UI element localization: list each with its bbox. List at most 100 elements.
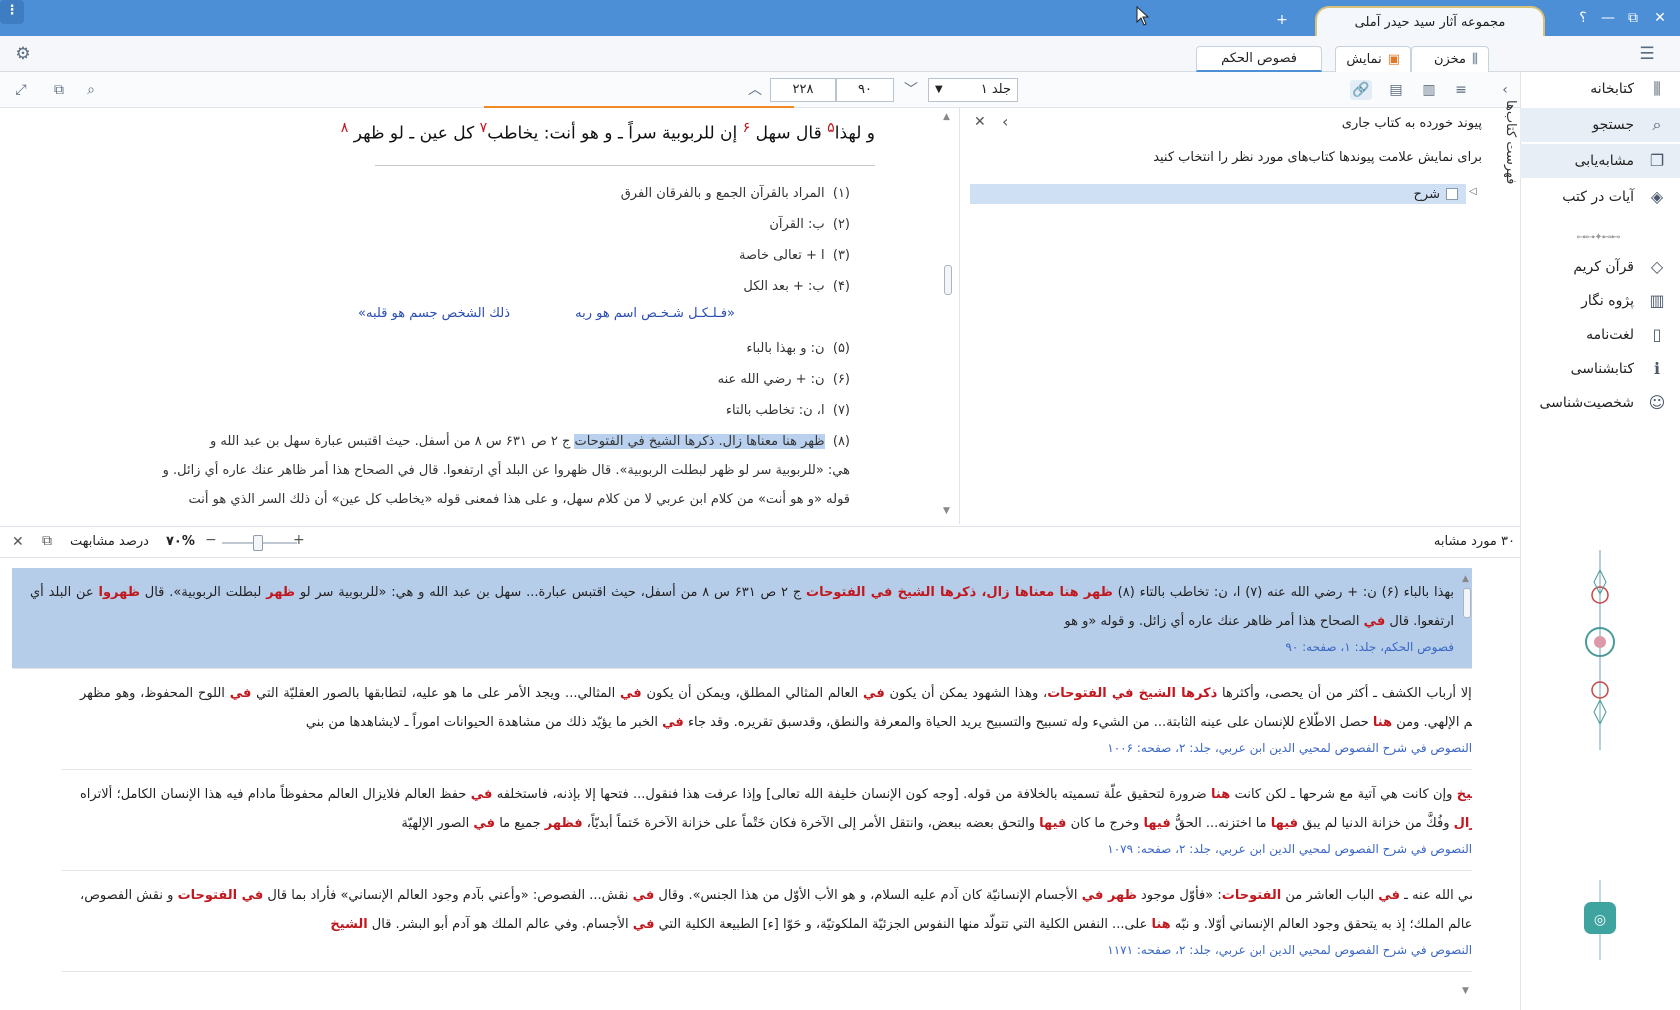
- sidebar-item-quran[interactable]: ◇ قرآن کریم: [1520, 250, 1680, 284]
- export-icon[interactable]: ⧉: [42, 533, 52, 549]
- linked-book-row[interactable]: شرح: [970, 184, 1466, 204]
- settings-gear-icon[interactable]: ⚙: [12, 44, 34, 66]
- sidebar-item-bibliography[interactable]: ℹ کتابشناسی: [1520, 352, 1680, 386]
- dictionary-icon: ▯: [1652, 325, 1662, 344]
- results-scroll-down-icon[interactable]: ▼: [1462, 986, 1469, 996]
- page-number-input[interactable]: ۹۰: [836, 78, 894, 102]
- maximize-button[interactable]: ⧉: [1623, 8, 1643, 28]
- hamburger-menu-icon[interactable]: ☰: [1636, 44, 1658, 66]
- result-source-link[interactable]: فصوص الحکم، جلد: ۱، صفحه: ۹۰: [30, 636, 1454, 658]
- match-highlight: في: [863, 686, 885, 701]
- chevron-left-icon[interactable]: ‹: [1002, 112, 1008, 131]
- search-icon[interactable]: ⌕: [80, 80, 102, 100]
- decrease-button[interactable]: −: [205, 532, 217, 548]
- close-panel-icon[interactable]: ✕: [974, 114, 986, 130]
- result-item[interactable]: بهذا بالباء (۶) ن: + رضي الله عنه (۷) ا،…: [12, 568, 1472, 669]
- scroll-up-icon[interactable]: ▲: [943, 112, 950, 122]
- sidebar-item-verses[interactable]: ◈ آیات در کتب: [1520, 180, 1680, 214]
- result-text-segment: الصور الإلهيّة: [401, 816, 474, 831]
- total-pages-field: ۲۲۸: [770, 78, 836, 102]
- new-tab-button[interactable]: +: [1272, 10, 1292, 30]
- expand-icon[interactable]: ⤢: [10, 80, 32, 100]
- help-button[interactable]: ؟: [1573, 8, 1593, 28]
- result-text-segment: ، وهذا الشهود يمكن أن يكون: [884, 686, 1048, 701]
- result-text-segment: نقش... الفصوص: «وأعني بآدم وجود العالم ا…: [263, 888, 633, 903]
- tab-display-label: نمایش: [1346, 51, 1382, 67]
- footnote-8-line-3: قوله «و هو أنت» من كلام ابن عربي لا من ك…: [188, 492, 850, 507]
- sidebar-item-library[interactable]: ⫼ کتابخانه: [1520, 72, 1680, 106]
- page-up-icon[interactable]: ︿: [744, 80, 766, 100]
- result-item[interactable]: آدم إلا أرباب الكشف ـ أكثر من أن يحصى، و…: [62, 669, 1472, 770]
- footnote-ref-5[interactable]: ۵: [827, 120, 835, 136]
- result-text-segment: ج ۲ ص ۶۳۱ س ۸ من أسفل، حيث اقتبس عبارة..…: [295, 585, 807, 600]
- results-scroll-thumb[interactable]: [1463, 588, 1471, 618]
- linked-book-checkbox[interactable]: [1446, 188, 1458, 200]
- sidebar-item-dictionary[interactable]: ▯ لغت‌نامه: [1520, 318, 1680, 352]
- tab-store[interactable]: ⫼ مخزن: [1411, 46, 1489, 72]
- results-scroll-up-icon[interactable]: ▲: [1462, 574, 1469, 584]
- match-highlight: في: [632, 917, 655, 932]
- decorative-ornament-icon: [1585, 550, 1615, 750]
- collapse-arrow-icon[interactable]: ‹: [1494, 80, 1516, 100]
- result-source-link[interactable]: نص النصوص في شرح الفصوص لمحيي الدين ابن …: [80, 838, 1472, 860]
- footnote-7: (۷) ا، ن: تخاطب بالتاء: [725, 403, 850, 418]
- app-menu-button[interactable]: ⋮: [0, 0, 24, 24]
- book-list-vertical-tab[interactable]: فهرست کتاب‌ها: [1496, 100, 1518, 200]
- reader-scrollbar[interactable]: ▲ ▼: [943, 112, 953, 518]
- result-text-segment: الخبر ما يؤيّد ذلك من مشاهدة الحيوانات ا…: [305, 715, 663, 730]
- reader-toolbar: ⤢ ⧉ ⌕ ︿ ۲۲۸ ۹۰ ﹀ جلد ۱ ▼ 🔗 ▤ ▥ ≡ ‹: [0, 72, 1520, 108]
- result-text-segment: الأجسام. وفي عالم الملك هو آدم أبو البشر…: [367, 917, 633, 932]
- person-icon: ☺: [1648, 393, 1666, 412]
- close-similarity-icon[interactable]: ✕: [12, 534, 24, 550]
- list-icon[interactable]: ≡: [1450, 80, 1472, 100]
- expand-arrow-icon[interactable]: ◁: [1469, 186, 1477, 197]
- chevron-down-icon: ▼: [935, 84, 943, 95]
- compare-icon[interactable]: ⧉: [48, 80, 70, 100]
- similarity-slider-thumb[interactable]: [252, 535, 263, 551]
- result-text-segment: وإن كانت هي آتية مع شرحها ـ لكن كانت: [1230, 787, 1457, 802]
- result-item[interactable]: الشيخ وإن كانت هي آتية مع شرحها ـ لكن كا…: [62, 770, 1472, 871]
- scroll-down-icon[interactable]: ▼: [943, 506, 950, 516]
- close-button[interactable]: ✕: [1650, 8, 1670, 28]
- sidebar-item-search[interactable]: ⌕ جستجو: [1520, 108, 1680, 142]
- footnote-8-line-2: هي: «للربوبية سر لو ظهر لبطلت الربوبية».…: [162, 463, 850, 478]
- tab-store-label: مخزن: [1433, 51, 1467, 67]
- result-source-link[interactable]: نص النصوص في شرح الفصوص لمحيي الدين ابن …: [80, 939, 1472, 961]
- result-text-segment: والتحق بعضه ببعض، وانتقل الأمر إلى الآخر…: [582, 816, 1040, 831]
- page-down-icon[interactable]: ﹀: [900, 80, 922, 100]
- minimize-button[interactable]: —: [1598, 8, 1618, 28]
- match-highlight: في: [662, 715, 684, 730]
- bookmark-icon[interactable]: ▤: [1385, 80, 1407, 100]
- similar-icon: ❐: [1649, 151, 1665, 170]
- match-highlight: الشيخ: [330, 917, 368, 932]
- highlighted-selection: ظهر هنا معناها زال. ذكرها الشيخ في الفتو…: [574, 434, 825, 449]
- match-highlight: في الفتوحات: [177, 888, 264, 903]
- match-highlight: الفتوحات: [1221, 888, 1282, 903]
- reader-scroll-thumb[interactable]: [944, 265, 952, 295]
- document-tab-row: ⚙ ⫼ مخزن ▣ نمایش فصوص الحکم ☰: [0, 36, 1680, 72]
- results-scrollbar[interactable]: ▲ ▼: [1462, 574, 1472, 1000]
- sidebar-item-notebook[interactable]: ▥ پژوه نگار: [1520, 284, 1680, 318]
- footnote-4: (۴) ب: + بعد الكل: [743, 279, 850, 294]
- app-tab[interactable]: مجموعه آثار سید حیدر آملی: [1315, 6, 1545, 36]
- result-text-segment: ضرورة لتحقيق علّة تسميته بالخلافة من قول…: [492, 787, 1212, 802]
- sidebar-item-similar[interactable]: ❐ مشابه‌یابی: [1520, 144, 1680, 178]
- result-source-link[interactable]: نص النصوص في شرح الفصوص لمحيي الدين ابن …: [80, 737, 1472, 759]
- volume-select[interactable]: جلد ۱ ▼: [928, 78, 1018, 102]
- similar-count: ۳۰ مورد مشابه: [1433, 534, 1515, 549]
- tab-display[interactable]: ▣ نمایش: [1335, 46, 1411, 72]
- link-icon[interactable]: 🔗: [1350, 80, 1372, 100]
- book-view-icon[interactable]: ▥: [1418, 80, 1440, 100]
- footnote-5: (۵) ن: و بهذا بالباء: [746, 341, 850, 356]
- tab-book[interactable]: فصوص الحکم: [1196, 46, 1322, 72]
- result-text-segment: بهذا بالباء (۶) ن: + رضي الله عنه (۷) ا،…: [1112, 585, 1455, 600]
- result-text-segment: : «فأوّل موجود: [1136, 888, 1222, 903]
- similarity-label: درصد مشابهت: [70, 534, 149, 549]
- sidebar-item-person[interactable]: ☺ شخصیت‌شناسی: [1520, 386, 1680, 420]
- increase-button[interactable]: +: [293, 532, 305, 548]
- result-text-segment: وخرج ما كان: [1066, 816, 1144, 831]
- footnote-2: (۲) ب: القرآن: [769, 217, 850, 232]
- library-icon: ⫼: [1653, 79, 1661, 98]
- result-item[interactable]: ـ رضي الله عنه ـ في الباب العاشر من الفت…: [62, 871, 1472, 972]
- display-icon: ▣: [1387, 51, 1400, 67]
